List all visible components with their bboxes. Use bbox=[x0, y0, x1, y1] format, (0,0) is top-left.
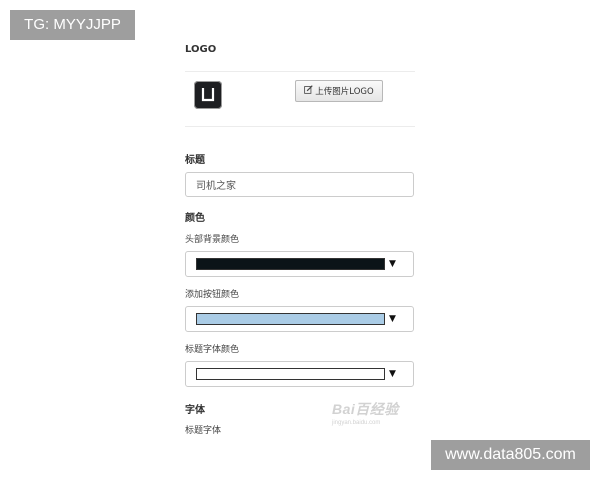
title-font-color-swatch bbox=[196, 368, 385, 380]
overlay-tag: TG: MYYJJPP bbox=[10, 10, 135, 40]
u-logo-icon bbox=[194, 81, 222, 109]
edit-icon bbox=[304, 85, 313, 97]
dropdown-arrow-icon: ▼ bbox=[389, 314, 396, 324]
header-bg-color-label: 头部背景颜色 bbox=[185, 235, 240, 245]
upload-logo-button-label: 上传图片LOGO bbox=[315, 87, 374, 97]
add-button-color-label: 添加按钮颜色 bbox=[185, 290, 240, 300]
title-input[interactable] bbox=[185, 172, 414, 197]
add-button-color-swatch bbox=[196, 313, 385, 325]
color-section-title: 颜色 bbox=[185, 213, 205, 224]
add-button-color-select[interactable]: ▼ bbox=[185, 306, 414, 332]
header-bg-color-select[interactable]: ▼ bbox=[185, 251, 414, 277]
title-font-color-label: 标题字体颜色 bbox=[185, 345, 240, 355]
dropdown-arrow-icon: ▼ bbox=[389, 259, 396, 269]
title-section-title: 标题 bbox=[185, 155, 205, 166]
watermark-sub: jingyan.baidu.com bbox=[332, 420, 381, 426]
font-section-title: 字体 bbox=[185, 405, 205, 416]
settings-panel: LOGO 上传图片LOGO 标题 颜色 头部背景颜色 ▼ 添加按钮颜色 ▼ 标题… bbox=[185, 40, 415, 440]
overlay-site: www.data805.com bbox=[431, 440, 590, 470]
title-font-label: 标题字体 bbox=[185, 426, 222, 436]
upload-logo-button[interactable]: 上传图片LOGO bbox=[295, 80, 383, 102]
title-font-color-select[interactable]: ▼ bbox=[185, 361, 414, 387]
divider bbox=[185, 126, 415, 127]
watermark: Bai百经验 jingyan.baidu.com bbox=[332, 399, 399, 426]
divider bbox=[185, 71, 415, 72]
logo-section-title: LOGO bbox=[185, 44, 217, 55]
watermark-main: Bai百经验 bbox=[332, 401, 399, 417]
header-bg-color-swatch bbox=[196, 258, 385, 270]
dropdown-arrow-icon: ▼ bbox=[389, 369, 396, 379]
